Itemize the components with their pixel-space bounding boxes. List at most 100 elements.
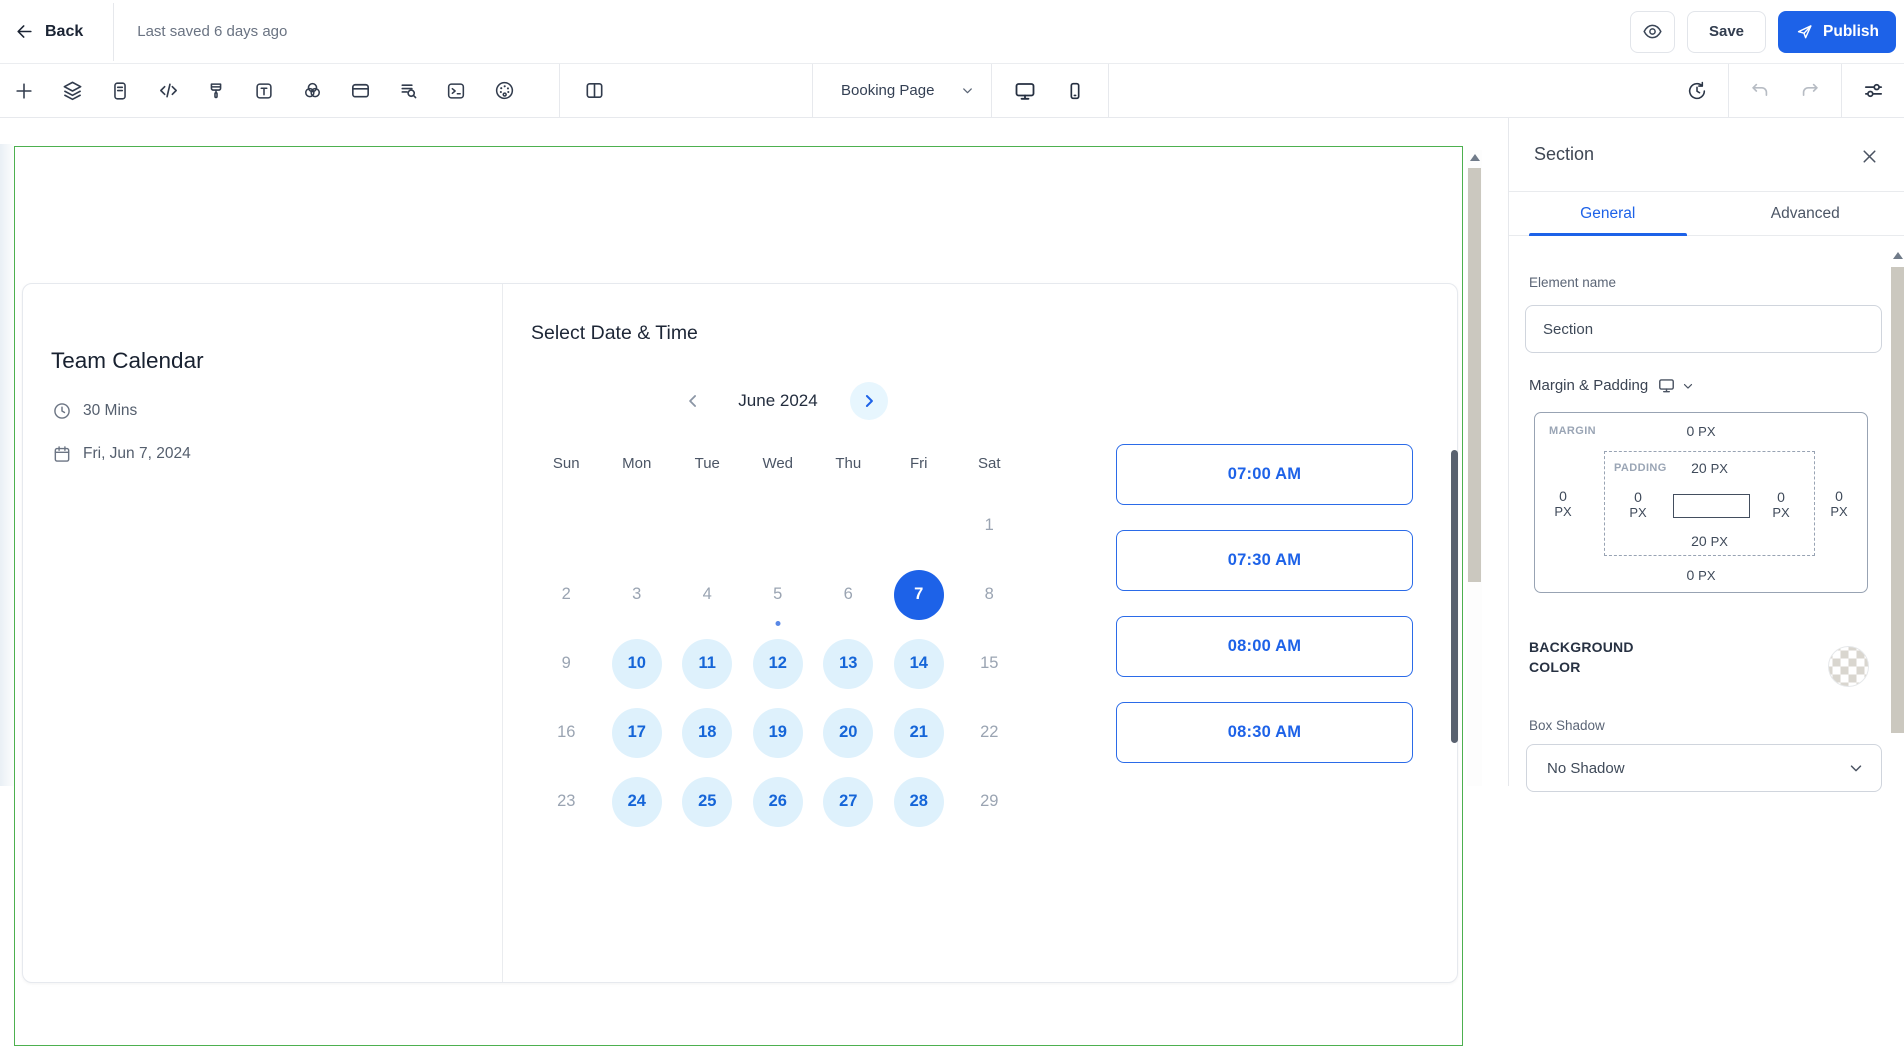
day-11[interactable]: 11: [672, 629, 743, 698]
divider: [1108, 64, 1109, 118]
mobile-icon: [1064, 80, 1086, 102]
settings-panel: Section General Advanced Element name Ma…: [1508, 118, 1904, 786]
time-slot-button[interactable]: 08:00 AM: [1116, 616, 1413, 677]
layers-button[interactable]: [53, 72, 91, 110]
booking-widget[interactable]: Team Calendar 30 Mins Fri, Jun 7, 2024 S…: [22, 283, 1458, 983]
element-rect: [1673, 494, 1750, 518]
day-12[interactable]: 12: [743, 629, 814, 698]
day-13[interactable]: 13: [813, 629, 884, 698]
back-button[interactable]: Back: [15, 22, 83, 41]
day-24[interactable]: 24: [602, 767, 673, 836]
background-color-swatch[interactable]: [1828, 646, 1869, 687]
canvas-scrollbar[interactable]: [1467, 150, 1482, 786]
panel-scrollbar[interactable]: [1890, 248, 1904, 786]
publish-button[interactable]: Publish: [1778, 11, 1896, 53]
blend-button[interactable]: [293, 72, 331, 110]
time-slot-button[interactable]: 08:30 AM: [1116, 702, 1413, 763]
day-empty: [602, 491, 673, 560]
weekday-label: Tue: [672, 451, 743, 475]
scroll-up-arrow-icon[interactable]: [1893, 252, 1903, 259]
margin-right-value[interactable]: 0PX: [1819, 488, 1859, 520]
day-10[interactable]: 10: [602, 629, 673, 698]
close-panel-button[interactable]: [1857, 144, 1881, 168]
day-21[interactable]: 21: [884, 698, 955, 767]
history-icon: [1686, 80, 1708, 102]
padding-top-value[interactable]: 20 PX: [1605, 460, 1814, 476]
column-button[interactable]: [575, 72, 613, 110]
day-1: 1: [954, 491, 1025, 560]
page-selector-value: Booking Page: [841, 82, 934, 99]
box-shadow-value: No Shadow: [1547, 760, 1625, 777]
desktop-icon: [1657, 376, 1676, 395]
calendar-title: Team Calendar: [51, 348, 204, 374]
scroll-up-arrow-icon[interactable]: [1470, 154, 1480, 161]
time-slot-button[interactable]: 07:00 AM: [1116, 444, 1413, 505]
palette-button[interactable]: [485, 72, 523, 110]
redo-button[interactable]: [1791, 72, 1829, 110]
day-4: 4: [672, 560, 743, 629]
day-26[interactable]: 26: [743, 767, 814, 836]
add-element-button[interactable]: [5, 72, 43, 110]
tab-general[interactable]: General: [1509, 192, 1707, 235]
calendar-icon: [52, 444, 72, 464]
canvas-scrollbar-thumb[interactable]: [1468, 168, 1481, 582]
day-15: 15: [954, 629, 1025, 698]
weekday-label: Mon: [602, 451, 673, 475]
day-16: 16: [531, 698, 602, 767]
form-button[interactable]: [101, 72, 139, 110]
undo-button[interactable]: [1741, 72, 1779, 110]
day-20[interactable]: 20: [813, 698, 884, 767]
day-14[interactable]: 14: [884, 629, 955, 698]
day-3: 3: [602, 560, 673, 629]
blend-circles-icon: [301, 79, 324, 102]
tab-advanced[interactable]: Advanced: [1707, 192, 1904, 235]
save-button[interactable]: Save: [1687, 11, 1766, 53]
page-selector-dropdown[interactable]: Booking Page: [841, 82, 975, 99]
text-button[interactable]: [245, 72, 283, 110]
margin-left-value[interactable]: 0PX: [1543, 488, 1583, 520]
day-18[interactable]: 18: [672, 698, 743, 767]
select-datetime-heading: Select Date & Time: [531, 322, 698, 345]
settings-button[interactable]: [1854, 72, 1892, 110]
day-7[interactable]: 7: [884, 560, 955, 629]
time-slot-list: 07:00 AM 07:30 AM 08:00 AM 08:30 AM: [1116, 444, 1413, 788]
mobile-preview-button[interactable]: [1056, 72, 1094, 110]
desktop-preview-button[interactable]: [1006, 72, 1044, 110]
weekday-label: Sat: [954, 451, 1025, 475]
margin-padding-header[interactable]: Margin & Padding: [1529, 376, 1695, 395]
day-19[interactable]: 19: [743, 698, 814, 767]
undo-icon: [1749, 80, 1771, 102]
day-28[interactable]: 28: [884, 767, 955, 836]
element-tools: [0, 72, 523, 110]
padding-left-value[interactable]: 0PX: [1618, 489, 1658, 521]
panel-title: Section: [1534, 144, 1594, 165]
paintbrush-button[interactable]: [197, 72, 235, 110]
padding-right-value[interactable]: 0PX: [1761, 489, 1801, 521]
box-shadow-dropdown[interactable]: No Shadow: [1526, 744, 1882, 792]
last-saved-text: Last saved 6 days ago: [137, 23, 287, 40]
padding-bottom-value[interactable]: 20 PX: [1605, 533, 1814, 549]
margin-bottom-value[interactable]: 0 PX: [1535, 567, 1867, 583]
terminal-button[interactable]: [437, 72, 475, 110]
panel-scrollbar-thumb[interactable]: [1891, 267, 1904, 733]
element-name-input[interactable]: [1525, 305, 1882, 353]
column-split-icon: [583, 79, 606, 102]
version-history-button[interactable]: [1678, 72, 1716, 110]
margin-top-value[interactable]: 0 PX: [1535, 423, 1867, 439]
box-shadow-label: Box Shadow: [1529, 718, 1605, 733]
code-button[interactable]: [149, 72, 187, 110]
time-slot-button[interactable]: 07:30 AM: [1116, 530, 1413, 591]
divider: [812, 64, 813, 118]
time-slot-scrollbar[interactable]: [1451, 450, 1458, 743]
add-element-icon: [13, 80, 35, 102]
card-button[interactable]: [341, 72, 379, 110]
duration-text: 30 Mins: [83, 402, 137, 420]
divider: [1841, 64, 1842, 118]
next-month-button[interactable]: [850, 382, 888, 420]
day-27[interactable]: 27: [813, 767, 884, 836]
doc-search-button[interactable]: [389, 72, 427, 110]
preview-button[interactable]: [1630, 11, 1675, 53]
redo-icon: [1799, 80, 1821, 102]
day-17[interactable]: 17: [602, 698, 673, 767]
day-25[interactable]: 25: [672, 767, 743, 836]
